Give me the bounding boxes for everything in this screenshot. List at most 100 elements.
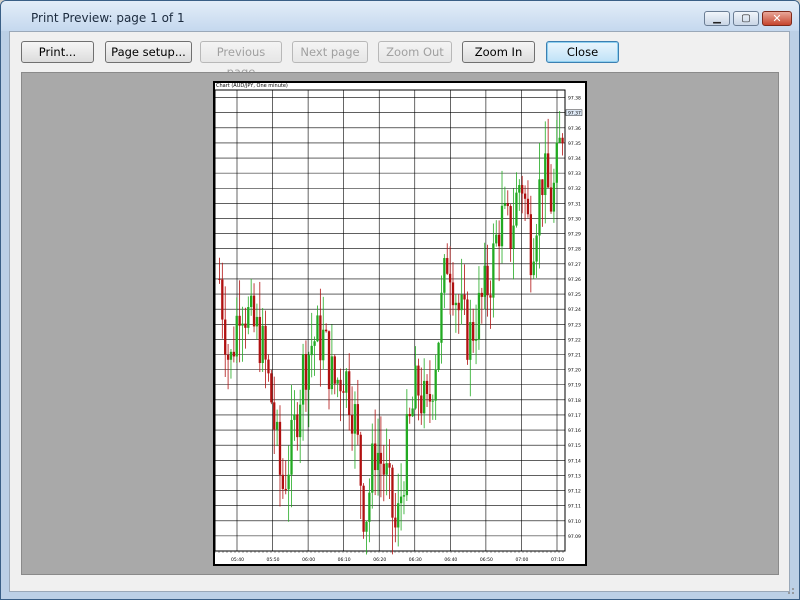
plot-area bbox=[214, 89, 566, 552]
candle-body bbox=[275, 421, 279, 430]
y-tick-label: 97.18 bbox=[568, 398, 581, 404]
x-tick-label: 05:40 bbox=[231, 557, 244, 563]
candle-body bbox=[327, 331, 331, 390]
print-button[interactable]: Print... bbox=[21, 41, 94, 63]
candle-body bbox=[255, 316, 259, 327]
y-tick-label: 97.20 bbox=[568, 368, 581, 374]
x-tick-label: 06:00 bbox=[302, 557, 315, 563]
candle-body bbox=[261, 325, 264, 364]
candle-body bbox=[489, 295, 492, 298]
candle-body bbox=[437, 342, 440, 370]
candle-body bbox=[495, 234, 498, 244]
candle-body bbox=[322, 329, 325, 361]
candle-body bbox=[250, 295, 253, 308]
window-close-button[interactable]: ✕ bbox=[762, 11, 792, 26]
candle-body bbox=[229, 351, 233, 360]
candle-body bbox=[420, 395, 423, 414]
y-tick-label: 97.28 bbox=[568, 247, 581, 253]
x-tick-label: 06:30 bbox=[409, 557, 422, 563]
candle-body bbox=[555, 142, 558, 183]
candle-body bbox=[376, 452, 380, 471]
candle-body bbox=[336, 379, 339, 384]
resize-grip-icon[interactable] bbox=[785, 585, 795, 595]
candle-body bbox=[247, 307, 250, 328]
candle-body bbox=[293, 414, 296, 420]
candle-body bbox=[350, 414, 354, 434]
y-tick-label: 97.34 bbox=[568, 156, 581, 162]
candle-body bbox=[431, 400, 434, 402]
y-tick-label: 97.10 bbox=[568, 519, 581, 525]
candle-body bbox=[541, 179, 544, 196]
y-tick-label: 97.13 bbox=[568, 473, 581, 479]
y-tick-label: 97.33 bbox=[568, 171, 581, 177]
candle-body bbox=[264, 325, 267, 360]
title-bar[interactable]: Print Preview: page 1 of 1 ▁ ▢ ✕ bbox=[1, 1, 799, 31]
y-tick-label: 97.14 bbox=[568, 458, 581, 464]
y-tick-label: 97.36 bbox=[568, 126, 581, 132]
candle-body bbox=[296, 414, 299, 438]
candle-body bbox=[394, 517, 397, 528]
candle-body bbox=[399, 496, 403, 504]
candle-body bbox=[382, 463, 385, 475]
next-page-button[interactable]: Next page bbox=[292, 41, 368, 63]
candle-body bbox=[521, 185, 524, 194]
y-tick-label: 97.38 bbox=[568, 96, 581, 102]
y-tick-label: 97.19 bbox=[568, 383, 581, 389]
y-tick-label: 97.26 bbox=[568, 277, 581, 283]
maximize-button[interactable]: ▢ bbox=[733, 11, 759, 26]
candle-body bbox=[526, 198, 530, 215]
window-title: Print Preview: page 1 of 1 bbox=[31, 11, 185, 25]
candle-body bbox=[515, 192, 518, 226]
y-tick-label: 97.27 bbox=[568, 262, 581, 268]
candle-body bbox=[492, 243, 495, 298]
candle-body bbox=[446, 258, 449, 274]
y-tick-label: 97.24 bbox=[568, 307, 581, 313]
candle-body bbox=[368, 492, 371, 522]
candle-body bbox=[307, 355, 310, 390]
candle-body bbox=[324, 329, 328, 332]
y-tick-label: 97.09 bbox=[568, 534, 581, 540]
print-preview-window: Print Preview: page 1 of 1 ▁ ▢ ✕ Print..… bbox=[0, 0, 800, 600]
candle-body bbox=[472, 322, 475, 341]
candle-body bbox=[529, 214, 532, 276]
x-tick-label: 06:50 bbox=[480, 557, 493, 563]
close-button[interactable]: Close bbox=[546, 41, 619, 63]
minimize-icon: ▁ bbox=[713, 13, 721, 24]
candle-body bbox=[278, 421, 282, 475]
candle-body bbox=[500, 205, 504, 247]
candle-body bbox=[270, 373, 273, 403]
last-price-label: 97.37 bbox=[568, 111, 581, 117]
candle-body bbox=[480, 292, 483, 297]
page-setup-button[interactable]: Page setup... bbox=[105, 41, 192, 63]
candle-body bbox=[552, 182, 556, 212]
candle-body bbox=[405, 414, 409, 496]
candle-body bbox=[319, 315, 322, 361]
candle-body bbox=[330, 356, 334, 390]
candle-body bbox=[417, 365, 420, 396]
candle-body bbox=[546, 153, 550, 188]
candle-body bbox=[561, 137, 564, 144]
candle-body bbox=[252, 295, 256, 327]
x-tick-label: 06:20 bbox=[373, 557, 386, 563]
y-tick-label: 97.23 bbox=[568, 322, 581, 328]
candle-body bbox=[434, 369, 437, 401]
candle-body bbox=[549, 187, 553, 212]
candle-body bbox=[281, 474, 285, 489]
zoom-in-button[interactable]: Zoom In bbox=[462, 41, 535, 63]
candle-body bbox=[469, 322, 472, 360]
minimize-button[interactable]: ▁ bbox=[704, 11, 730, 26]
y-tick-label: 97.21 bbox=[568, 353, 581, 359]
candle-body bbox=[304, 354, 308, 390]
candle-body bbox=[440, 292, 443, 343]
previous-page-button[interactable]: Previous page bbox=[200, 41, 282, 79]
candle-body bbox=[218, 278, 221, 280]
candle-body bbox=[483, 265, 486, 297]
x-tick-label: 06:10 bbox=[338, 557, 351, 563]
candle-body bbox=[457, 302, 460, 311]
candle-body bbox=[477, 292, 481, 340]
zoom-out-button[interactable]: Zoom Out bbox=[378, 41, 452, 63]
candle-body bbox=[523, 193, 527, 199]
y-tick-label: 97.17 bbox=[568, 413, 581, 419]
x-tick-label: 06:40 bbox=[444, 557, 457, 563]
candle-body bbox=[506, 203, 509, 207]
